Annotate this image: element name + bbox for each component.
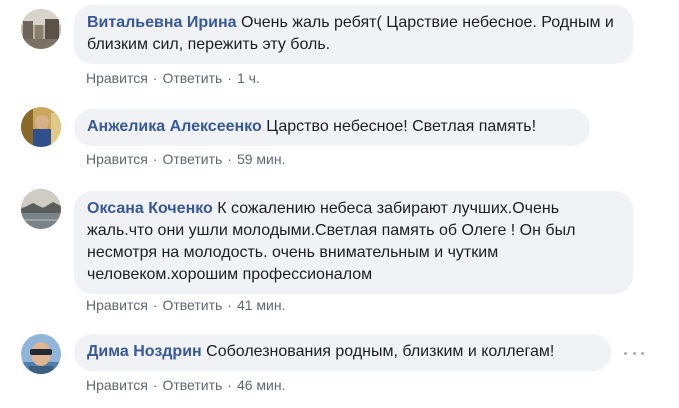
- comment-actions: Нравится · Ответить · 1 ч.: [86, 70, 260, 86]
- comment-author[interactable]: Витальевна Ирина: [87, 14, 237, 31]
- separator: ·: [227, 70, 232, 86]
- more-options-icon[interactable]: [624, 348, 644, 358]
- like-link[interactable]: Нравится: [86, 70, 148, 86]
- comment-author[interactable]: Анжелика Алексеенко: [87, 118, 262, 135]
- comment-timestamp[interactable]: 46 мин.: [237, 377, 286, 393]
- avatar[interactable]: [21, 107, 61, 147]
- comment-text: Соболезнования родным, близким и коллега…: [206, 343, 555, 360]
- avatar[interactable]: [21, 334, 61, 374]
- reply-link[interactable]: Ответить: [162, 297, 222, 313]
- avatar-photo-icon: [21, 9, 61, 49]
- separator: ·: [152, 151, 158, 167]
- avatar[interactable]: [21, 9, 61, 49]
- comment-bubble: Дима Ноздрин Соболезнования родным, близ…: [74, 334, 611, 371]
- like-link[interactable]: Нравится: [86, 297, 148, 313]
- reply-link[interactable]: Ответить: [162, 151, 222, 167]
- comment-actions: Нравится · Ответить · 41 мин.: [86, 297, 286, 313]
- comment-timestamp[interactable]: 1 ч.: [237, 70, 260, 86]
- avatar-photo-icon: [21, 189, 61, 229]
- separator: ·: [227, 151, 232, 167]
- comment-actions: Нравится · Ответить · 59 мин.: [86, 151, 286, 167]
- reply-link[interactable]: Ответить: [162, 70, 222, 86]
- like-link[interactable]: Нравится: [86, 377, 148, 393]
- reply-link[interactable]: Ответить: [162, 377, 222, 393]
- comment-actions: Нравится · Ответить · 46 мин.: [86, 377, 286, 393]
- comment-timestamp[interactable]: 41 мин.: [237, 297, 286, 313]
- separator: ·: [152, 297, 158, 313]
- separator: ·: [227, 377, 232, 393]
- separator: ·: [152, 70, 158, 86]
- comment-feed: Витальевна Ирина Очень жаль ребят( Царст…: [0, 0, 679, 408]
- like-link[interactable]: Нравится: [86, 151, 148, 167]
- comment-bubble: Витальевна Ирина Очень жаль ребят( Царст…: [74, 5, 633, 64]
- comment-bubble: Анжелика Алексеенко Царство небесное! Св…: [74, 109, 590, 146]
- avatar[interactable]: [21, 189, 61, 229]
- comment-author[interactable]: Дима Ноздрин: [87, 343, 202, 360]
- comment-author[interactable]: Оксана Коченко: [87, 200, 213, 217]
- comment-timestamp[interactable]: 59 мин.: [237, 151, 286, 167]
- avatar-photo-icon: [21, 334, 61, 374]
- comment-bubble: Оксана Коченко К сожалению небеса забира…: [74, 191, 633, 294]
- separator: ·: [152, 377, 158, 393]
- avatar-photo-icon: [21, 107, 61, 147]
- separator: ·: [227, 297, 232, 313]
- comment-text: Царство небесное! Светлая память!: [266, 118, 537, 135]
